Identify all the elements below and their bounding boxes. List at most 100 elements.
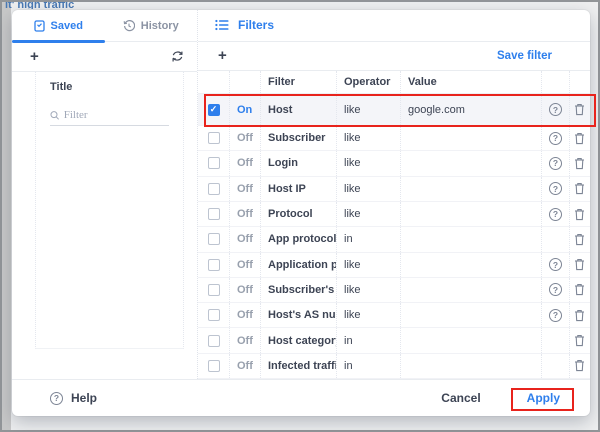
saved-filters-panel: Saved History + [12,10,198,379]
trash-icon[interactable] [574,103,585,116]
row-value[interactable] [400,278,541,302]
filters-toolbar: + Save filter [198,42,590,72]
row-filter-name: Host [260,94,336,125]
header-state-col [229,71,260,93]
row-checkbox-cell [198,151,229,175]
row-filter-name: Subscriber's AS n [260,278,336,302]
row-help-icon[interactable]: ? [549,283,562,296]
row-operator[interactable]: in [336,328,400,352]
row-checkbox[interactable] [208,335,220,347]
row-help-icon[interactable]: ? [549,258,562,271]
trash-icon[interactable] [574,334,585,347]
apply-button[interactable]: Apply [527,391,560,405]
row-help-icon[interactable]: ? [549,157,562,170]
row-filter-name: Subscriber [260,126,336,150]
row-state-label: Off [229,253,260,277]
row-help-icon[interactable]: ? [549,132,562,145]
row-checkbox[interactable] [208,233,220,245]
row-checkbox[interactable] [208,360,220,372]
row-checkbox[interactable] [208,132,220,144]
trash-icon[interactable] [574,182,585,195]
row-checkbox[interactable] [208,208,220,220]
row-operator[interactable]: like [336,278,400,302]
save-filter-button[interactable]: Save filter [497,50,552,62]
row-value[interactable] [400,303,541,327]
row-value[interactable] [400,126,541,150]
row-help-cell: ? [541,177,569,201]
row-checkbox[interactable] [208,309,220,321]
row-actions-cell [569,227,589,251]
row-help-icon[interactable]: ? [549,309,562,322]
cancel-button[interactable]: Cancel [441,391,480,405]
row-checkbox-cell [198,328,229,352]
row-filter-name: Application prot [260,253,336,277]
row-value[interactable] [400,202,541,226]
row-operator[interactable]: like [336,202,400,226]
row-value[interactable] [400,227,541,251]
tab-history[interactable]: History [105,10,198,41]
header-help-col [541,71,569,93]
trash-icon[interactable] [574,359,585,372]
row-operator[interactable]: like [336,177,400,201]
row-actions-cell [569,278,589,302]
row-operator[interactable]: like [336,303,400,327]
add-filter-button[interactable]: + [218,48,227,63]
row-value[interactable] [400,354,541,378]
row-checkbox-cell [198,177,229,201]
trash-icon[interactable] [574,309,585,322]
title-column-header: Title [50,81,169,93]
row-help-cell: ? [541,303,569,327]
row-checkbox[interactable]: ✓ [208,104,220,116]
saved-toolbar: + [12,42,197,72]
row-operator[interactable]: like [336,253,400,277]
row-actions-cell [569,202,589,226]
trash-icon[interactable] [574,208,585,221]
row-help-cell: ? [541,278,569,302]
row-help-icon[interactable]: ? [549,208,562,221]
search-icon [50,110,60,121]
row-help-cell: ? [541,126,569,150]
trash-icon[interactable] [574,132,585,145]
row-value[interactable] [400,177,541,201]
row-operator[interactable]: like [336,94,400,125]
row-operator[interactable]: in [336,227,400,251]
row-checkbox[interactable] [208,259,220,271]
row-checkbox-cell [198,202,229,226]
row-checkbox[interactable] [208,157,220,169]
row-checkbox-cell: ✓ [198,94,229,125]
row-operator[interactable]: like [336,126,400,150]
row-value[interactable] [400,328,541,352]
refresh-button[interactable] [171,50,184,63]
row-operator[interactable]: in [336,354,400,378]
help-button[interactable]: ? Help [50,391,97,405]
row-filter-name: Host IP [260,177,336,201]
row-operator[interactable]: like [336,151,400,175]
row-help-icon[interactable]: ? [549,103,562,116]
header-operator: Operator [336,71,400,93]
background-page-edge [2,2,11,430]
trash-icon[interactable] [574,258,585,271]
list-icon [215,19,229,31]
filters-header: Filters [198,10,590,42]
row-value[interactable] [400,253,541,277]
header-checkbox-col [198,71,229,93]
row-help-cell: ? [541,151,569,175]
trash-icon[interactable] [574,233,585,246]
filter-table-header: Filter Operator Value [198,71,590,94]
table-row: OffHost categoryin [198,328,590,353]
history-icon [123,20,135,32]
row-checkbox[interactable] [208,284,220,296]
tab-saved[interactable]: Saved [12,10,105,41]
trash-icon[interactable] [574,283,585,296]
row-checkbox-cell [198,253,229,277]
table-row: OffLoginlike? [198,151,590,176]
title-filter-input[interactable] [64,109,169,121]
row-checkbox[interactable] [208,183,220,195]
help-icon: ? [50,392,63,405]
trash-icon[interactable] [574,157,585,170]
row-value[interactable]: google.com [400,94,541,125]
header-value: Value [400,71,541,93]
add-saved-filter-button[interactable]: + [30,49,39,64]
row-value[interactable] [400,151,541,175]
row-help-icon[interactable]: ? [549,182,562,195]
